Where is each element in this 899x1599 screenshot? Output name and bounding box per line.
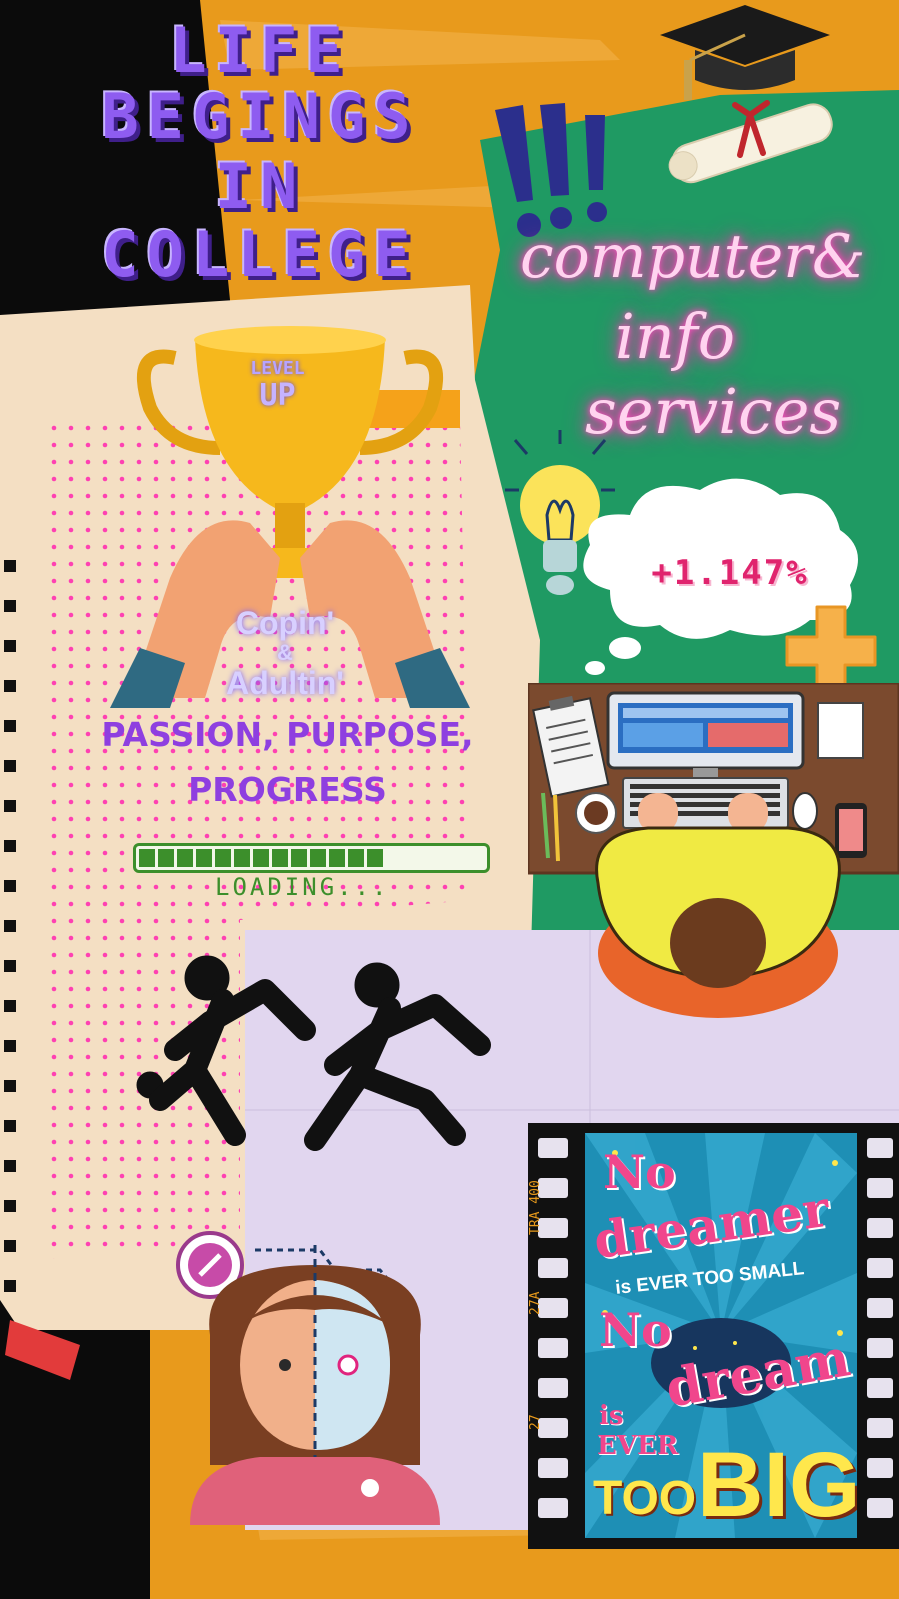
tagline-line-2: PROGRESS bbox=[188, 770, 387, 809]
graduation-cap-icon bbox=[660, 5, 830, 100]
coping-line-1: Copin' bbox=[235, 605, 335, 641]
robot-woman-icon bbox=[176, 1231, 440, 1525]
desk-computer-icon bbox=[528, 683, 899, 1018]
poster-line-6: is bbox=[599, 1401, 624, 1431]
poster-line-9: BIG bbox=[697, 1434, 857, 1536]
thought-bubble-value: +1.147% bbox=[651, 553, 809, 593]
neon-text-line-1: computer& bbox=[520, 222, 866, 292]
trophy-up-text: UP bbox=[259, 378, 296, 413]
diploma-icon bbox=[668, 100, 833, 184]
tagline-line-1: PASSION, PURPOSE, bbox=[101, 715, 474, 754]
running-people-icon bbox=[136, 955, 491, 1151]
loading-progress-fill bbox=[139, 849, 384, 867]
title-line-3: IN bbox=[214, 150, 306, 223]
film-code-top: TRA 400 bbox=[528, 1180, 543, 1235]
poster-line-1: No bbox=[603, 1145, 676, 1199]
film-code-mid2: 27 bbox=[528, 1414, 543, 1430]
title-line-1: LIFE bbox=[169, 14, 351, 87]
neon-text-line-2: info bbox=[615, 300, 736, 373]
title-line-2: BEGINGS bbox=[101, 80, 419, 153]
poster-line-4: No bbox=[599, 1303, 672, 1357]
film-code-mid1: 27A bbox=[528, 1291, 543, 1315]
poster-line-7: EVER bbox=[597, 1431, 679, 1461]
poster-line-8: TOO bbox=[593, 1472, 697, 1525]
coping-line-3: Adultin' bbox=[226, 665, 344, 701]
infographic-canvas: LIFE BEGINGS IN COLLEGE computer& info s… bbox=[0, 0, 899, 1599]
dream-poster: No dreamer is EVER TOO SMALL No dream is… bbox=[585, 1133, 857, 1538]
neon-text-line-3: services bbox=[585, 375, 842, 448]
trophy-level-text: LEVEL bbox=[250, 358, 305, 379]
coping-line-2: & bbox=[277, 640, 293, 665]
title-line-4: COLLEGE bbox=[101, 218, 419, 291]
loading-progress-bar bbox=[133, 843, 490, 873]
loading-label: LOADING... bbox=[215, 873, 390, 901]
